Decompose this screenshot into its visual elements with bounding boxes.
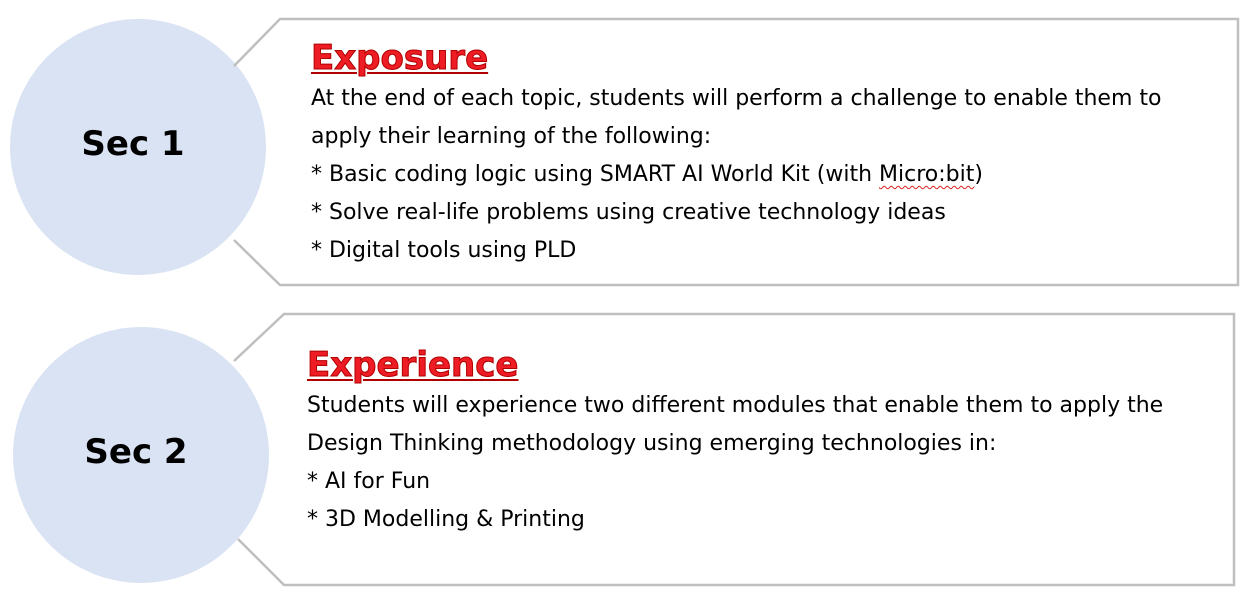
section-1-bullet-2: * Solve real-life problems using creativ…: [311, 200, 946, 225]
section-1-bullet-3: * Digital tools using PLD: [311, 238, 577, 263]
section-2-bullet-2: * 3D Modelling & Printing: [307, 507, 585, 532]
section-row-2: Sec 2 Experience Students will experienc…: [0, 300, 1248, 593]
section-2-bullet-1: * AI for Fun: [307, 469, 431, 494]
section-1-title: Exposure: [310, 38, 489, 79]
section-2-intro-line-2: Design Thinking methodology using emergi…: [307, 431, 997, 456]
section-2-content: Experience Students will experience two …: [306, 343, 1164, 539]
spellcheck-flagged-word: Micro:bit: [879, 162, 975, 187]
section-1-bullet-1-text: * Basic coding logic using SMART AI Worl…: [311, 162, 880, 187]
section-2-title: Experience: [306, 345, 519, 386]
section-1-intro-line-2: apply their learning of the following:: [311, 124, 712, 149]
section-1-label: Sec 1: [81, 124, 185, 164]
section-1-intro-line-1: At the end of each topic, students will …: [311, 86, 1162, 111]
section-2-intro-line-1: Students will experience two different m…: [307, 393, 1164, 418]
section-2-label: Sec 2: [84, 432, 188, 472]
section-1-bullet-1: * Basic coding logic using SMART AI Worl…: [311, 156, 1161, 194]
section-1-bullet-1-end: ): [974, 162, 983, 187]
section-1-content: Exposure At the end of each topic, stude…: [310, 36, 1162, 270]
section-row-1: Sec 1 Exposure At the end of each topic,…: [0, 0, 1248, 300]
